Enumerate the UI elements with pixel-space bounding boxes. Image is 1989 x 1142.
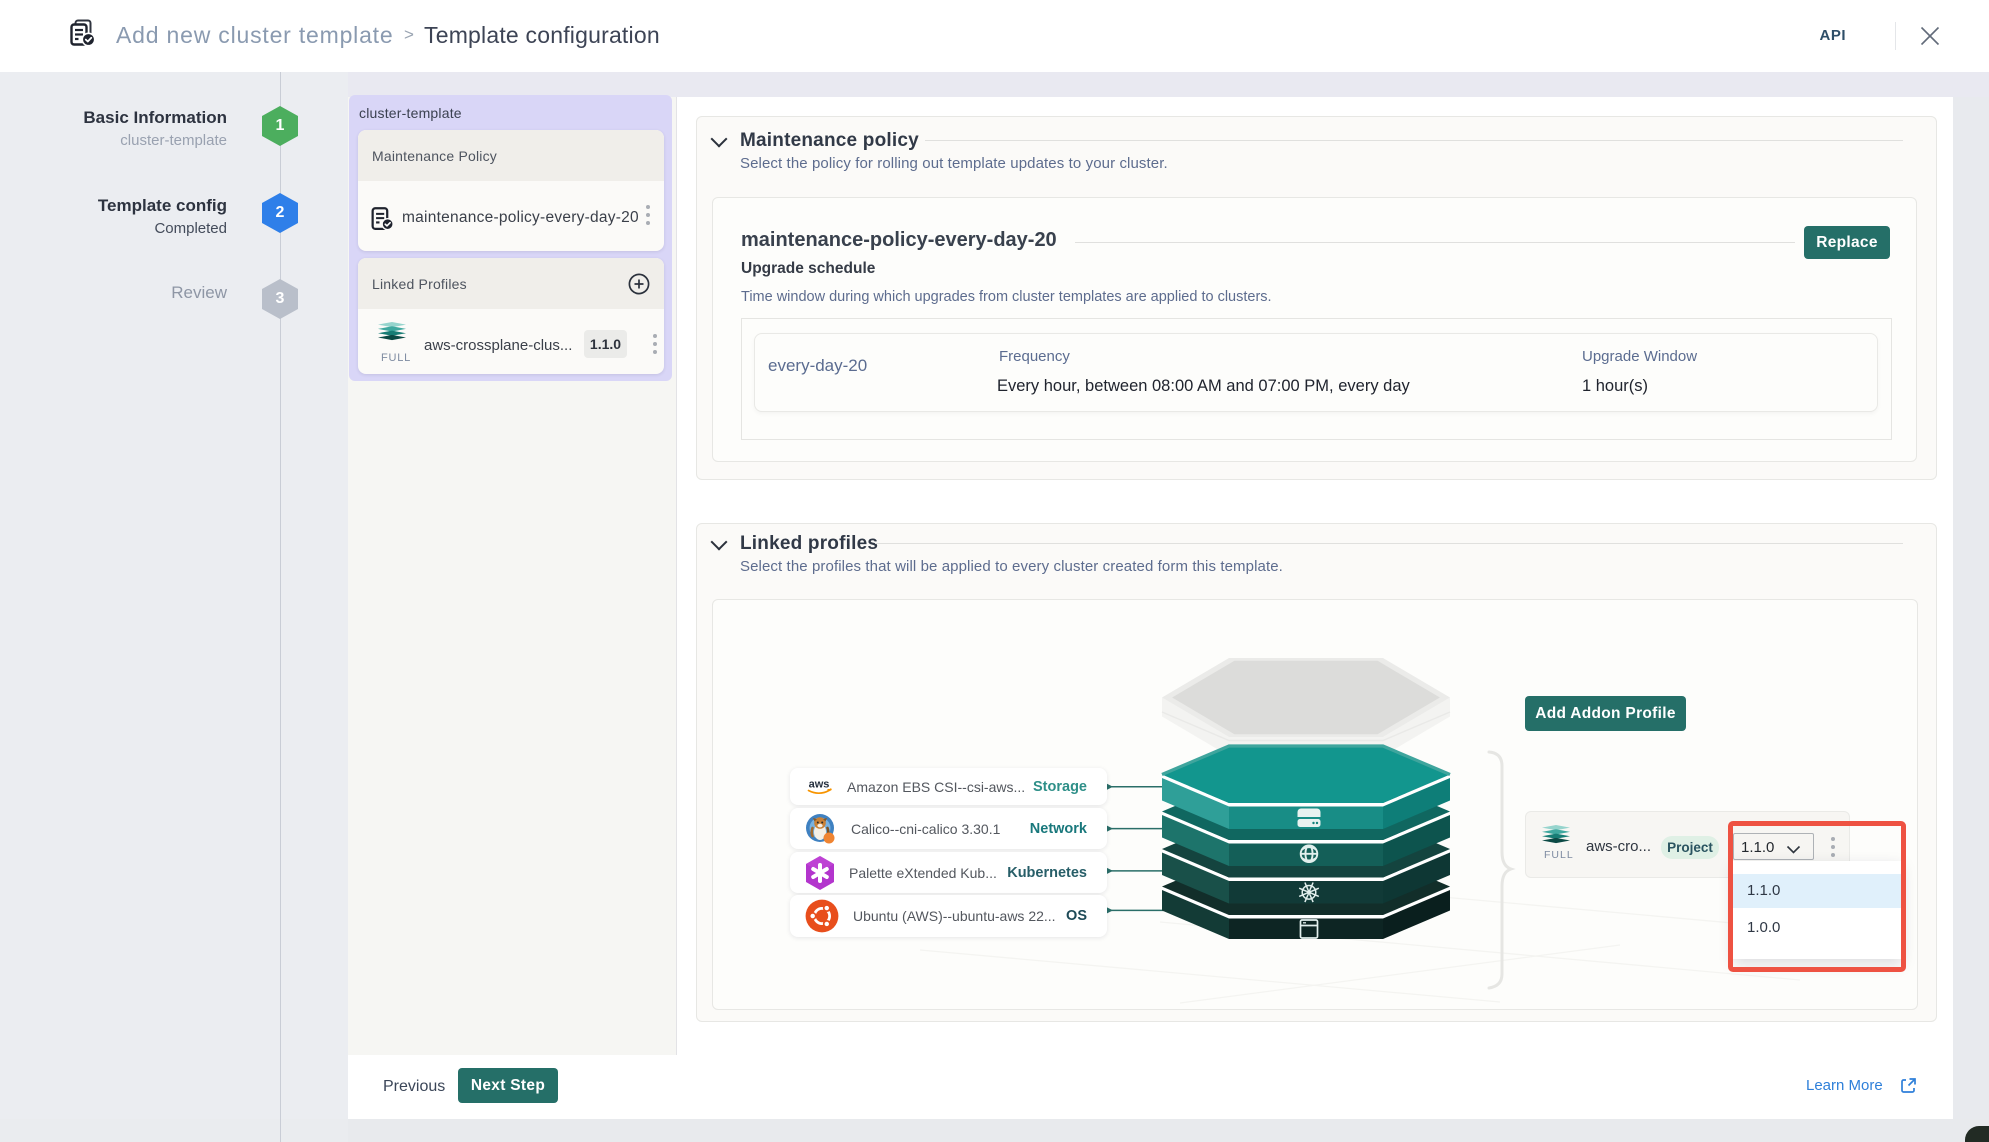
svg-text:aws: aws xyxy=(809,778,830,790)
